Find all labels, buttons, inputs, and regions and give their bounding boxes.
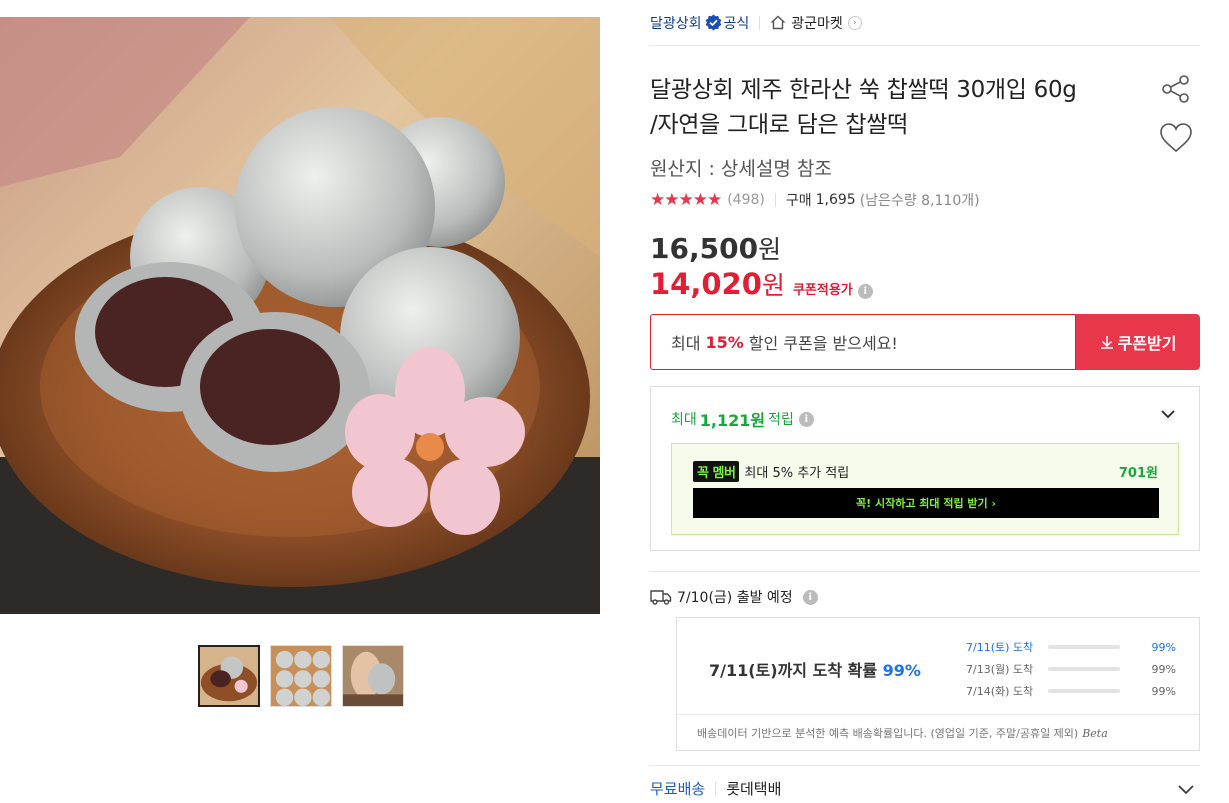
chevron-down-icon[interactable] — [1159, 405, 1177, 423]
divider — [774, 193, 776, 207]
points-section: 최대 1,121원 적립 i 꼭 멤버 최대 5% 추가 적립 701원 꼭! … — [650, 386, 1200, 551]
market-link[interactable]: 광군마켓 › — [770, 13, 862, 33]
purchase-count: 1,695 — [815, 192, 856, 208]
arrival-estimate: 7/11(토) 도착 99% — [966, 636, 1176, 658]
chevron-right-icon: › — [847, 15, 862, 30]
review-count[interactable]: (498) — [727, 192, 765, 208]
membership-box: 꼭 멤버 최대 5% 추가 적립 701원 꼭! 시작하고 최대 적립 받기 › — [671, 443, 1179, 535]
departure-row: 7/10(금) 출발 예정 i — [650, 587, 818, 607]
section-divider — [650, 765, 1200, 766]
arrival-date: 7/14(화) 도착 — [966, 685, 1034, 698]
star-rating-icon: ★★★★★ — [650, 190, 722, 210]
thumbnail-1-image — [200, 647, 258, 705]
product-title-line2: /자연을 그대로 담은 찹쌀떡 — [650, 112, 908, 138]
rating-row: ★★★★★ (498) 구매 1,695 (남은수량 8,110개) — [650, 190, 980, 210]
points-prefix: 최대 — [671, 412, 697, 428]
arrival-date: 7/13(월) 도착 — [966, 663, 1034, 676]
product-info-panel: 달광상회 공식 광군마켓 › 달광상회 제주 한라산 쑥 찹쌀떡 30개입 60… — [650, 0, 1200, 798]
coupon-percent: 15% — [705, 332, 744, 352]
download-coupon-button[interactable]: 쿠폰받기 — [1076, 314, 1200, 370]
arrival-footnote: 배송데이터 기반으로 분석한 예측 배송확률입니다. (영업일 기준, 주말/공… — [677, 714, 1199, 751]
official-label: 공식 — [723, 15, 750, 32]
probability-bar — [1048, 645, 1120, 649]
membership-badge: 꼭 멤버 — [693, 461, 740, 482]
arrival-main-text: 7/11(토)까지 도착 확률 — [709, 661, 878, 680]
arrival-percent: 99% — [1151, 640, 1176, 654]
thumbnail-2-image — [271, 646, 331, 706]
original-price: 16,500원 — [650, 230, 781, 266]
membership-text: 최대 5% 추가 적립 — [744, 466, 850, 481]
carrier-name: 롯데택배 — [726, 780, 782, 798]
points-amount: 1,121원 — [699, 411, 766, 430]
info-icon[interactable]: i — [857, 284, 873, 299]
rice-cake-photo — [0, 17, 600, 614]
membership-cta-button[interactable]: 꼭! 시작하고 최대 적립 받기 › — [693, 488, 1159, 518]
original-price-value: 16,500 — [650, 232, 759, 265]
arrival-percent: 99% — [1151, 662, 1176, 676]
product-title-line1: 달광상회 제주 한라산 쑥 찹쌀떡 30개입 60g — [650, 77, 1077, 103]
arrival-date: 7/11(토) 도착 — [966, 641, 1034, 654]
membership-row: 꼭 멤버 최대 5% 추가 적립 701원 — [693, 461, 1158, 482]
thumbnail-strip — [198, 645, 404, 707]
sale-price-value: 14,020 — [650, 267, 762, 301]
info-icon[interactable]: i — [798, 411, 814, 427]
truck-icon — [650, 590, 672, 605]
divider — [759, 15, 761, 30]
currency-unit: 원 — [761, 271, 785, 300]
chevron-down-icon[interactable] — [1176, 780, 1196, 798]
free-shipping-label: 무료배송 — [650, 780, 706, 798]
download-coupon-label: 쿠폰받기 — [1117, 334, 1177, 353]
beta-label: Beta — [1082, 726, 1108, 740]
arrival-estimate: 7/13(월) 도착 99% — [966, 658, 1176, 680]
probability-bar — [1048, 689, 1120, 693]
market-name: 광군마켓 — [791, 15, 843, 32]
probability-bar — [1048, 667, 1120, 671]
arrival-probability-box: 7/11(토)까지 도착 확률 99% 7/11(토) 도착 99% 7/13(… — [676, 617, 1200, 751]
arrival-footnote-text: 배송데이터 기반으로 분석한 예측 배송확률입니다. (영업일 기준, 주말/공… — [697, 727, 1079, 740]
arrival-estimate: 7/14(화) 도착 99% — [966, 680, 1176, 702]
divider — [715, 781, 717, 796]
thumbnail-1[interactable] — [198, 645, 260, 707]
verified-badge-icon — [705, 14, 722, 31]
coupon-prefix: 최대 — [671, 334, 701, 353]
download-icon — [1100, 336, 1113, 349]
thumbnail-3[interactable] — [342, 645, 404, 707]
points-header[interactable]: 최대 1,121원 적립 i — [671, 407, 814, 431]
sale-price: 14,020 원 쿠폰적용가 i — [650, 266, 873, 302]
coupon-suffix: 할인 쿠폰을 받으세요! — [748, 334, 898, 353]
arrival-estimate-list: 7/11(토) 도착 99% 7/13(월) 도착 99% 7/14(화) 도착… — [966, 636, 1176, 702]
purchase-label: 구매 — [785, 193, 812, 209]
stock-remaining: (남은수량 8,110개) — [859, 193, 980, 209]
seller-bar: 달광상회 공식 광군마켓 › — [650, 0, 1200, 46]
heart-icon[interactable] — [1159, 122, 1193, 154]
currency-unit: 원 — [758, 235, 782, 264]
departure-text: 7/10(금) 출발 예정 — [677, 590, 793, 606]
thumbnail-2[interactable] — [270, 645, 332, 707]
info-icon[interactable]: i — [802, 589, 818, 605]
product-main-image[interactable] — [0, 17, 600, 614]
delivery-option-row[interactable]: 무료배송 롯데택배 — [650, 778, 1200, 799]
home-icon — [771, 15, 786, 30]
share-icon[interactable] — [1160, 73, 1192, 105]
arrival-main-percent: 99% — [882, 661, 921, 680]
arrival-percent: 99% — [1151, 684, 1176, 698]
section-divider — [650, 571, 1200, 572]
points-suffix: 적립 — [768, 412, 794, 428]
thumbnail-3-image — [343, 646, 403, 706]
origin-label: 원산지 : 상세설명 참조 — [650, 158, 832, 180]
product-title: 달광상회 제주 한라산 쑥 찹쌀떡 30개입 60g /자연을 그대로 담은 찹… — [650, 73, 1140, 143]
membership-amount: 701원 — [1118, 466, 1158, 481]
seller-name[interactable]: 달광상회 — [650, 13, 702, 33]
arrival-headline: 7/11(토)까지 도착 확률 99% — [709, 657, 921, 681]
coupon-banner: 최대 15% 할인 쿠폰을 받으세요! — [650, 314, 1076, 370]
coupon-price-tag: 쿠폰적용가 — [792, 283, 853, 298]
